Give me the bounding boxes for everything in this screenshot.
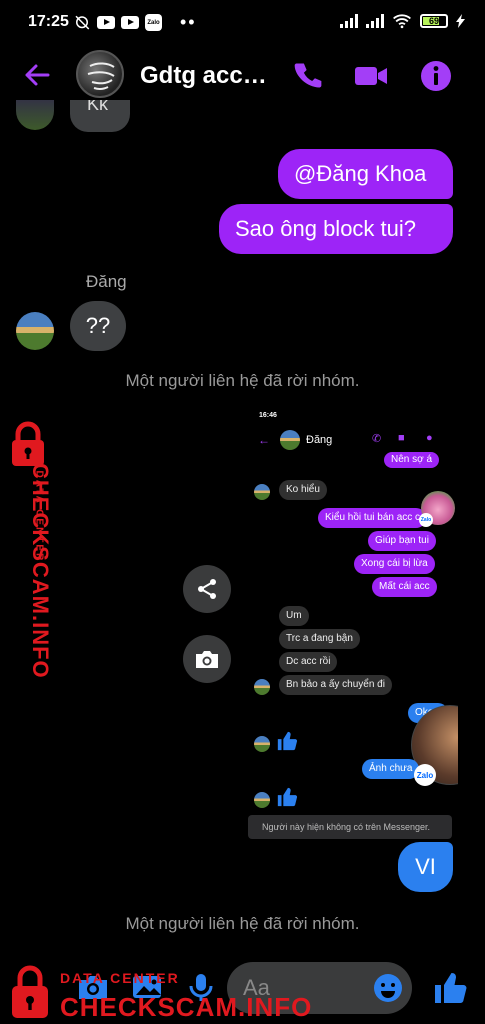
shared-screenshot-image[interactable]: 16:46 ← Đăng ✆ ■ ● Nên sợ á Ko hiểu Kiểu… — [248, 405, 458, 845]
message-bubble-theirs[interactable]: ?? — [70, 301, 126, 351]
youtube-icon — [121, 16, 139, 29]
wifi-icon — [393, 14, 411, 29]
status-time: 17:25 — [28, 13, 69, 30]
system-icons: 69 — [340, 13, 465, 29]
message-text: Kk — [87, 100, 109, 114]
screenshot-message: Um — [279, 606, 309, 626]
screenshot-message: Kiểu hồi tui bán acc c — [318, 508, 426, 528]
camera-icon[interactable] — [76, 970, 110, 1004]
screenshot-avatar — [254, 679, 270, 695]
message-bubble-mine[interactable]: @Đăng Khoa — [278, 149, 453, 199]
screenshot-title: Đăng — [306, 434, 333, 446]
emoji-icon[interactable] — [372, 972, 404, 1004]
screenshot-avatar — [280, 430, 300, 450]
youtube-icon — [97, 16, 115, 29]
thumbs-up-icon[interactable] — [432, 970, 468, 1006]
screenshot-video-icon: ■ — [398, 432, 405, 444]
image-icon[interactable] — [130, 970, 164, 1004]
share-button[interactable] — [183, 565, 231, 613]
screenshot-notice: Người này hiện không có trên Messenger. — [248, 815, 452, 839]
camera-icon — [196, 651, 218, 668]
screenshot-avatar — [254, 484, 270, 500]
screenshot-thumbs-up-icon — [277, 787, 298, 807]
info-icon[interactable] — [418, 58, 454, 94]
screenshot-message: Giúp bạn tui — [368, 531, 436, 551]
chat-header: Gdtg acc… — [0, 44, 485, 108]
composer-bar — [0, 958, 485, 1024]
screenshot-message: Mất cái acc — [372, 577, 437, 597]
battery-level: 69 — [428, 16, 439, 26]
screenshot-zalo-icon: Zalo — [414, 764, 436, 786]
screenshot-message: Bn bảo a ấy chuyển đi — [279, 675, 392, 695]
message-bubble-theirs[interactable]: Kk — [70, 100, 130, 132]
screenshot-message: Xong cái bị lừa — [354, 554, 435, 574]
conversation-title[interactable]: Gdtg acc… — [140, 62, 267, 90]
screenshot-message: Ko hiểu — [279, 480, 327, 500]
screenshot-thumbs-up-icon — [277, 731, 298, 751]
status-bar: 17:25 Zalo •• 69 — [0, 0, 485, 44]
signal-icon — [340, 14, 358, 28]
screenshot-back-arrow-icon: ← — [258, 433, 270, 447]
sender-name: Đăng — [86, 272, 127, 291]
alarm-off-icon — [75, 15, 90, 30]
message-bubble-mine[interactable]: Sao ông block tui? — [219, 204, 453, 254]
group-avatar[interactable] — [76, 50, 124, 98]
zalo-icon: Zalo — [145, 14, 162, 31]
phone-icon[interactable] — [290, 58, 326, 94]
sender-avatar[interactable] — [16, 100, 54, 130]
microphone-icon[interactable] — [184, 970, 218, 1004]
screenshot-message: Trc a đang bận — [279, 629, 360, 649]
signal-icon — [366, 14, 384, 28]
screenshot-phone-icon: ✆ — [372, 433, 382, 445]
lock-icon — [12, 421, 44, 466]
watermark-big-text: CHECKSCAM.INFO — [28, 463, 53, 679]
screenshot-info-icon: ● — [426, 432, 433, 444]
system-message: Một người liên hệ đã rời nhóm. — [125, 914, 360, 933]
watermark-side: DATA CENTER CHECKSCAM.INFO — [2, 420, 54, 679]
screenshot-avatar — [254, 736, 270, 752]
share-icon — [198, 579, 216, 599]
screenshot-zalo-icon: Zalo — [419, 513, 433, 527]
screenshot-status-time: 16:46 — [259, 412, 277, 419]
screenshot-message: Dc acc rồi — [279, 652, 338, 672]
message-bubble-mine[interactable]: VI — [398, 842, 453, 892]
more-notifications-icon: •• — [180, 12, 197, 32]
sender-avatar[interactable] — [16, 312, 54, 350]
system-message: Một người liên hệ đã rời nhóm. — [125, 371, 360, 390]
screenshot-avatar — [254, 792, 270, 808]
back-arrow-icon[interactable] — [22, 60, 52, 90]
charging-icon — [456, 14, 465, 28]
video-camera-icon[interactable] — [353, 58, 389, 94]
notification-icons: Zalo •• — [73, 12, 197, 33]
screenshot-message: Nên sợ á — [384, 452, 440, 468]
screenshot-message: Ảnh chưa — [362, 759, 420, 779]
battery-icon: 69 — [420, 14, 448, 28]
camera-button[interactable] — [183, 635, 231, 683]
